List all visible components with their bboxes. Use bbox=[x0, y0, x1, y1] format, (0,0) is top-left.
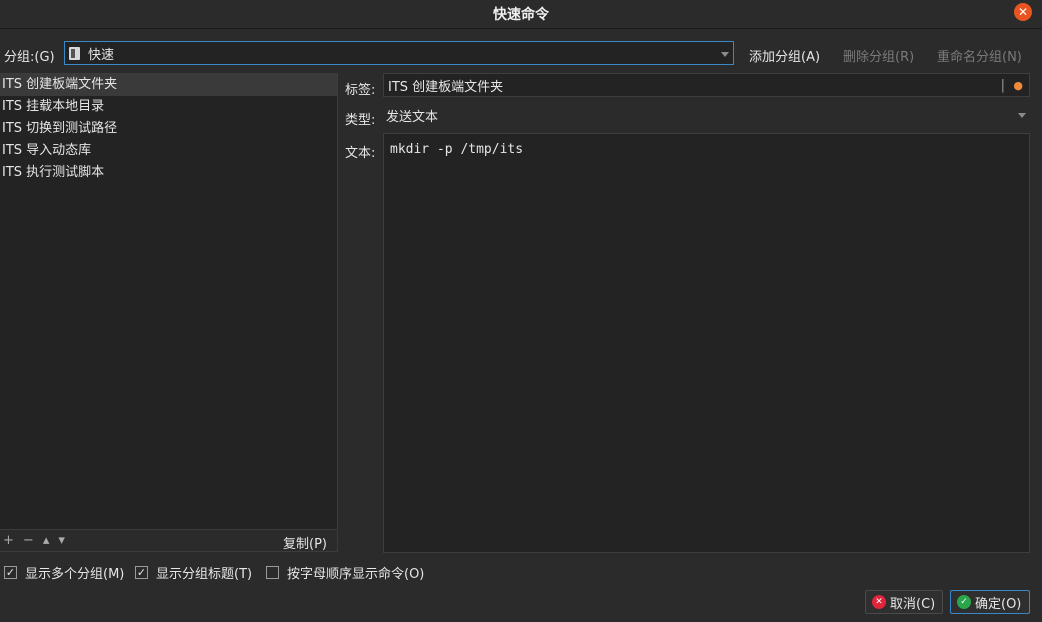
tag-label: 标签: bbox=[345, 83, 376, 98]
command-list: ITS 创建板端文件夹 ITS 挂载本地目录 ITS 切换到测试路径 ITS 导… bbox=[0, 73, 338, 530]
list-toolbar: + − ▴ ▾ 复制(P) bbox=[0, 530, 338, 552]
rename-group-button[interactable]: 重命名分组(N) bbox=[937, 46, 1022, 65]
text-label: 文本: bbox=[345, 146, 376, 161]
move-down-icon[interactable]: ▾ bbox=[58, 533, 65, 548]
add-group-button[interactable]: 添加分组(A) bbox=[749, 46, 820, 65]
remove-icon[interactable]: − bbox=[23, 533, 34, 548]
group-label: 分组:(G) bbox=[4, 50, 55, 65]
list-item[interactable]: ITS 导入动态库 bbox=[0, 140, 337, 162]
checkbox-icon[interactable] bbox=[266, 566, 279, 579]
list-item[interactable]: ITS 切换到测试路径 bbox=[0, 118, 337, 140]
list-item[interactable]: ITS 执行测试脚本 bbox=[0, 162, 337, 184]
window-titlebar: 快速命令 ✕ bbox=[0, 0, 1042, 29]
add-icon[interactable]: + bbox=[3, 533, 14, 548]
window-title: 快速命令 bbox=[493, 7, 549, 23]
cancel-icon: ✕ bbox=[872, 595, 886, 609]
move-up-icon[interactable]: ▴ bbox=[43, 533, 50, 548]
checkbox-checked-icon[interactable]: ✓ bbox=[4, 566, 17, 579]
show-multiple-groups-option[interactable]: ✓ 显示多个分组(M) bbox=[4, 563, 124, 582]
document-icon bbox=[69, 46, 80, 60]
close-icon[interactable]: ✕ bbox=[1014, 3, 1032, 21]
check-icon: ✓ bbox=[957, 595, 971, 609]
ok-button[interactable]: ✓ 确定(O) bbox=[950, 590, 1030, 614]
separator: | bbox=[1000, 77, 1005, 93]
text-editor[interactable]: mkdir -p /tmp/its bbox=[383, 133, 1030, 553]
chevron-down-icon bbox=[1018, 113, 1026, 118]
list-item[interactable]: ITS 挂载本地目录 bbox=[0, 96, 337, 118]
pin-icon[interactable]: ● bbox=[1013, 79, 1023, 92]
checkbox-checked-icon[interactable]: ✓ bbox=[135, 566, 148, 579]
cancel-button[interactable]: ✕ 取消(C) bbox=[865, 590, 943, 614]
chevron-down-icon bbox=[721, 52, 729, 57]
tag-input[interactable]: ITS 创建板端文件夹 | ● bbox=[383, 73, 1030, 97]
type-label: 类型: bbox=[345, 113, 376, 128]
sort-alpha-option[interactable]: 按字母顺序显示命令(O) bbox=[266, 563, 424, 582]
type-select[interactable]: 发送文本 bbox=[383, 104, 1030, 127]
delete-group-button[interactable]: 删除分组(R) bbox=[843, 46, 914, 65]
group-select-value: 快速 bbox=[88, 47, 115, 63]
show-group-title-option[interactable]: ✓ 显示分组标题(T) bbox=[135, 563, 252, 582]
copy-button[interactable]: 复制(P) bbox=[283, 533, 327, 552]
group-select[interactable]: 快速 bbox=[64, 41, 734, 65]
list-item[interactable]: ITS 创建板端文件夹 bbox=[0, 74, 337, 96]
